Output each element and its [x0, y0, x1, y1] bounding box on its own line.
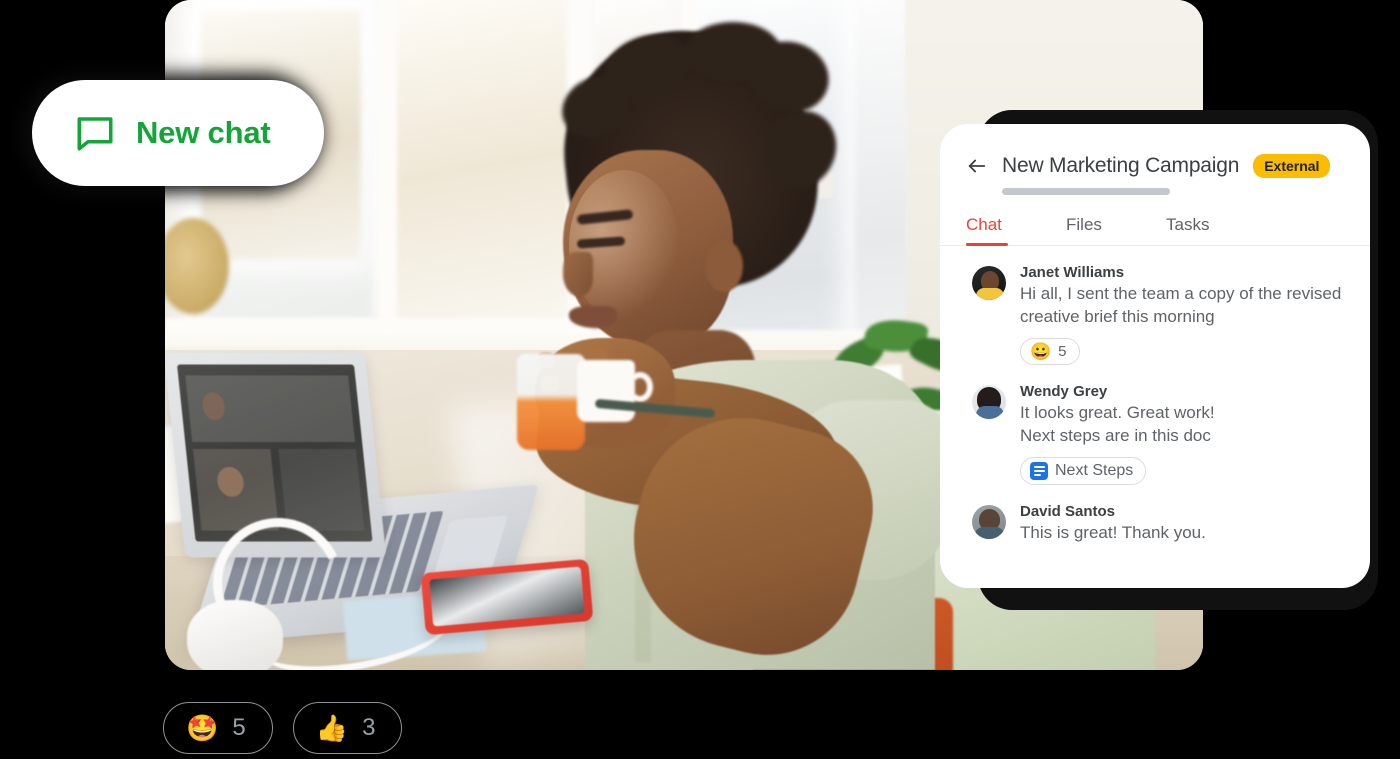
- reaction-chip[interactable]: 😀 5: [1020, 337, 1080, 365]
- photo-person-ear: [705, 240, 743, 292]
- tab-tasks-label: Tasks: [1166, 215, 1210, 234]
- reaction-pill-thumbs-up[interactable]: 👍 3: [292, 702, 403, 754]
- tab-files[interactable]: Files: [1066, 215, 1166, 245]
- photo-mullion-1: [379, 0, 395, 360]
- photo-person-nose: [563, 252, 593, 296]
- reaction-count: 5: [232, 714, 246, 741]
- chat-panel: New Marketing Campaign External Chat Fil…: [940, 124, 1370, 588]
- chat-header-row: New Marketing Campaign External: [966, 154, 1346, 178]
- chat-bubble-icon: [74, 112, 116, 154]
- tab-chat-label: Chat: [966, 215, 1002, 234]
- photo-headphones-cup: [187, 600, 283, 670]
- message-author: Wendy Grey: [1020, 382, 1108, 400]
- reaction-pill-star-struck[interactable]: 🤩 5: [163, 702, 273, 754]
- chat-panel-tabs: Chat Files Tasks: [940, 215, 1370, 246]
- message-body: Janet Williams Hi all, I sent the team a…: [1020, 264, 1348, 365]
- photo-mug: [577, 360, 635, 422]
- photo-laptop-trackpad: [433, 515, 509, 574]
- message-text: Hi all, I sent the team a copy of the re…: [1020, 284, 1342, 326]
- photo-person-lips: [569, 306, 617, 328]
- avatar[interactable]: [972, 384, 1006, 419]
- avatar[interactable]: [972, 504, 1006, 539]
- message-body: David Santos This is great! Thank you.: [1020, 503, 1348, 545]
- grinning-face-icon: 😀: [1030, 341, 1052, 361]
- subtitle-placeholder-bar: [1002, 188, 1170, 195]
- message-body: Wendy Grey It looks great. Great work! N…: [1020, 383, 1348, 485]
- reaction-count: 3: [362, 714, 376, 741]
- message-text: This is great! Thank you.: [1020, 522, 1206, 542]
- reaction-bar: 🤩 5 👍 3: [163, 702, 403, 754]
- message-text: It looks great. Great work! Next steps a…: [1020, 402, 1215, 445]
- tab-files-label: Files: [1066, 215, 1102, 234]
- message-item: David Santos This is great! Thank you.: [972, 503, 1348, 545]
- new-chat-label: New chat: [136, 115, 271, 150]
- message-list: Janet Williams Hi all, I sent the team a…: [940, 246, 1370, 545]
- reaction-count: 5: [1058, 342, 1067, 360]
- screenshot-root: New chat New Marketing Campaign External…: [0, 0, 1400, 759]
- new-chat-button[interactable]: New chat: [32, 80, 324, 186]
- google-docs-icon: [1030, 461, 1048, 480]
- message-item: Janet Williams Hi all, I sent the team a…: [972, 264, 1348, 365]
- doc-attachment-label: Next Steps: [1055, 461, 1134, 479]
- message-item: Wendy Grey It looks great. Great work! N…: [972, 383, 1348, 485]
- photo-mug-handle: [627, 372, 653, 402]
- star-struck-icon: 🤩: [186, 713, 219, 743]
- photo-phone-screen: [429, 566, 585, 627]
- message-author: David Santos: [1020, 502, 1116, 520]
- photo-video-call: [177, 364, 373, 542]
- photo-window-2: [397, 0, 567, 346]
- page-title: New Marketing Campaign: [1002, 154, 1240, 177]
- message-author: Janet Williams: [1020, 264, 1125, 281]
- doc-attachment-chip[interactable]: Next Steps: [1020, 456, 1147, 485]
- photo-juice-jar: [517, 354, 585, 450]
- chat-panel-header: New Marketing Campaign External: [940, 124, 1370, 195]
- tab-tasks[interactable]: Tasks: [1166, 215, 1266, 245]
- avatar[interactable]: [972, 266, 1006, 300]
- status-badge: External: [1253, 154, 1331, 178]
- thumbs-up-icon: 👍: [315, 713, 349, 743]
- back-arrow-icon[interactable]: [966, 155, 988, 177]
- tab-chat[interactable]: Chat: [966, 215, 1066, 246]
